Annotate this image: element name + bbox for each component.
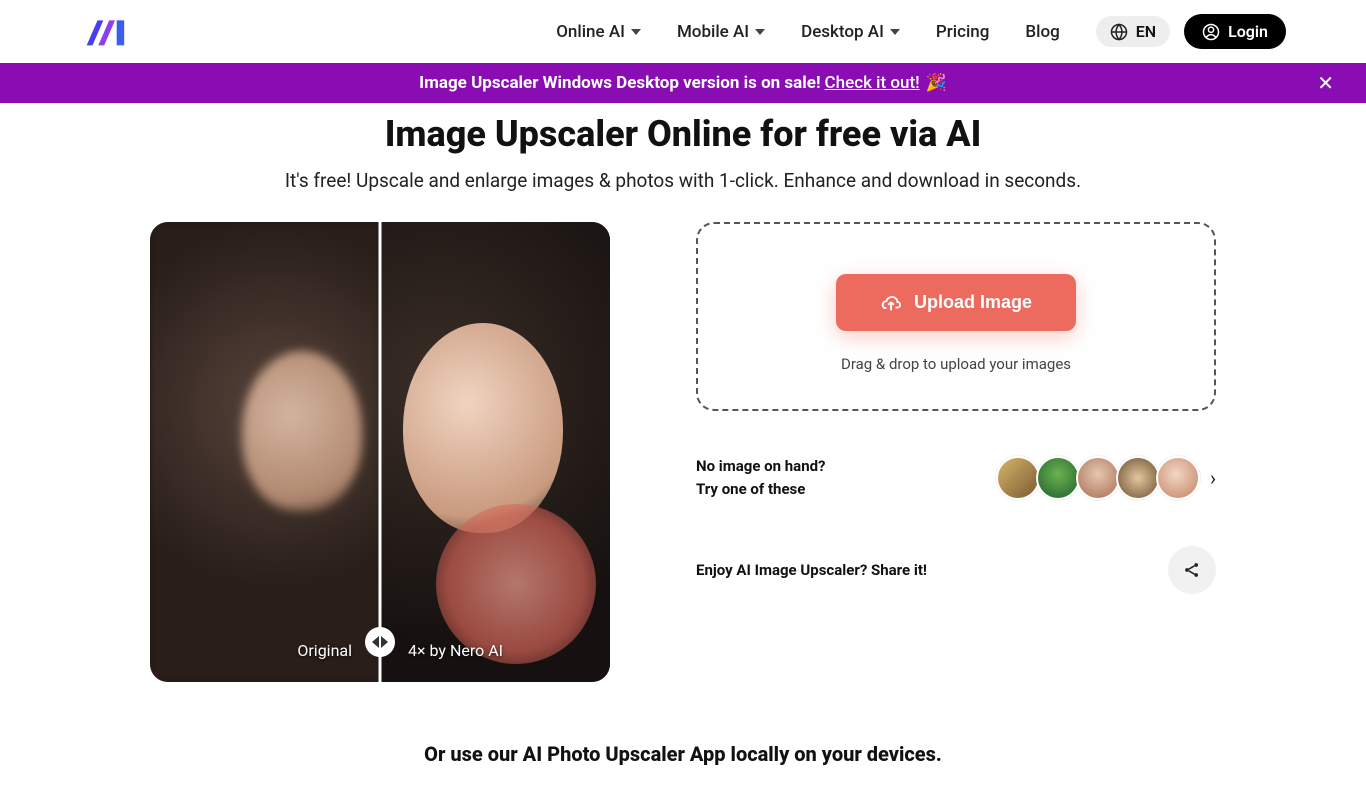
sample-image-1[interactable] — [996, 456, 1040, 500]
comparison-divider — [379, 222, 382, 682]
page-title: Image Upscaler Online for free via AI — [0, 113, 1366, 155]
sample-images-prompt: No image on hand? Try one of these — [696, 455, 826, 502]
main-nav: Online AI Mobile AI Desktop AI Pricing B… — [556, 14, 1286, 49]
sample-image-2[interactable] — [1036, 456, 1080, 500]
comparison-handle[interactable] — [365, 627, 395, 657]
promo-close-button[interactable]: ✕ — [1317, 73, 1334, 93]
promo-text: Image Upscaler Windows Desktop version i… — [419, 73, 820, 93]
sample-images-row: No image on hand? Try one of these › — [696, 455, 1216, 502]
login-button[interactable]: Login — [1184, 14, 1286, 49]
sample-images-list — [996, 456, 1200, 500]
language-label: EN — [1136, 22, 1156, 41]
main-content: Original 4× by Nero AI Upload Image Drag… — [0, 222, 1366, 722]
login-label: Login — [1228, 22, 1268, 41]
language-selector[interactable]: EN — [1096, 16, 1170, 47]
comparison-enhanced-label: 4× by Nero AI — [408, 641, 503, 660]
comparison-original-label: Original — [297, 641, 352, 660]
share-icon — [1182, 560, 1202, 580]
header: Online AI Mobile AI Desktop AI Pricing B… — [0, 0, 1366, 63]
nav-blog[interactable]: Blog — [1025, 22, 1059, 42]
upload-button[interactable]: Upload Image — [836, 274, 1076, 331]
share-button[interactable] — [1168, 546, 1216, 594]
sample-image-4[interactable] — [1116, 456, 1160, 500]
promo-emoji: 🎉 — [926, 73, 947, 93]
dropzone-hint: Drag & drop to upload your images — [718, 355, 1194, 373]
nav-blog-label: Blog — [1025, 22, 1059, 42]
logo-icon — [80, 17, 130, 47]
local-app-prompt: Or use our AI Photo Upscaler App locally… — [0, 722, 1366, 786]
nav-pricing[interactable]: Pricing — [936, 22, 990, 42]
hero: Image Upscaler Online for free via AI It… — [0, 103, 1366, 222]
sample-next-button[interactable]: › — [1210, 466, 1216, 490]
comparison-slider[interactable]: Original 4× by Nero AI — [150, 222, 610, 682]
upload-column: Upload Image Drag & drop to upload your … — [696, 222, 1216, 682]
chevron-left-icon — [372, 636, 379, 648]
promo-banner: Image Upscaler Windows Desktop version i… — [0, 63, 1366, 103]
share-row: Enjoy AI Image Upscaler? Share it! — [696, 546, 1216, 594]
promo-link[interactable]: Check it out! — [825, 73, 920, 93]
nav-desktop-ai[interactable]: Desktop AI — [801, 22, 900, 42]
comparison-original-pane — [150, 222, 380, 682]
globe-icon — [1110, 23, 1128, 41]
sample-prompt-line2: Try one of these — [696, 478, 826, 501]
nav-mobile-ai[interactable]: Mobile AI — [677, 22, 765, 42]
comparison-enhanced-pane — [380, 222, 610, 682]
caret-down-icon — [755, 29, 765, 35]
header-right-group: EN Login — [1096, 14, 1286, 49]
user-icon — [1202, 23, 1220, 41]
caret-down-icon — [631, 29, 641, 35]
nav-online-ai-label: Online AI — [556, 22, 625, 42]
sample-image-3[interactable] — [1076, 456, 1120, 500]
upload-dropzone[interactable]: Upload Image Drag & drop to upload your … — [696, 222, 1216, 411]
sample-prompt-line1: No image on hand? — [696, 455, 826, 478]
nav-pricing-label: Pricing — [936, 22, 990, 42]
logo[interactable] — [80, 17, 130, 47]
upload-button-label: Upload Image — [914, 292, 1032, 313]
page-subtitle: It's free! Upscale and enlarge images & … — [0, 169, 1366, 192]
share-prompt: Enjoy AI Image Upscaler? Share it! — [696, 561, 927, 579]
nav-online-ai[interactable]: Online AI — [556, 22, 641, 42]
cloud-upload-icon — [880, 293, 902, 313]
caret-down-icon — [890, 29, 900, 35]
nav-desktop-ai-label: Desktop AI — [801, 22, 884, 42]
chevron-right-icon — [381, 636, 388, 648]
sample-image-5[interactable] — [1156, 456, 1200, 500]
nav-mobile-ai-label: Mobile AI — [677, 22, 749, 42]
